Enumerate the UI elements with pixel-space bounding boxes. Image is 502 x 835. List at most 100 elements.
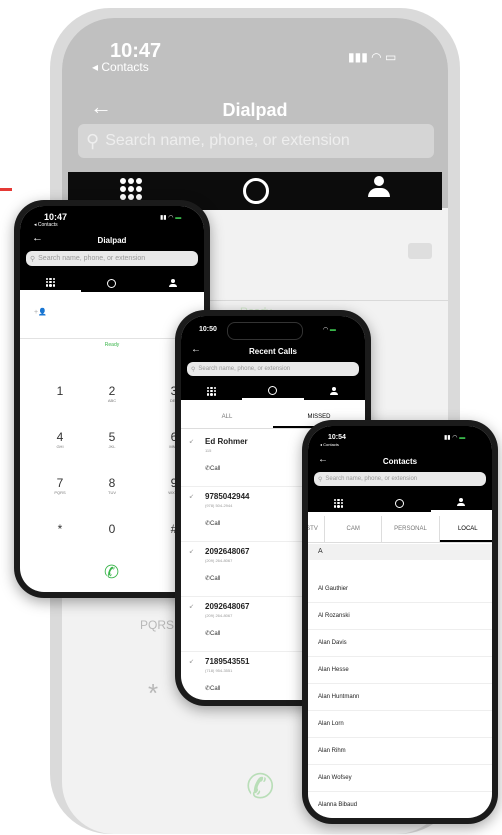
contact-row[interactable]: Alan Huntmann	[308, 684, 492, 711]
status-icons: ▮▮ ◠ ▬	[444, 435, 466, 441]
search-placeholder: Search name, phone, or extension	[198, 366, 291, 372]
section-header: A	[308, 544, 492, 560]
status-icons: ▮▮▮ ◠ ▭	[348, 50, 397, 64]
contact-row[interactable]: Al Rozanski	[308, 603, 492, 630]
key-5[interactable]: 5 JKL	[100, 430, 124, 449]
source-tab-active[interactable]: LOCAL	[439, 516, 492, 542]
status-icons: ▮▮ ◠ ▬	[160, 215, 182, 221]
tab-recents[interactable]	[369, 494, 430, 512]
key-star[interactable]: *	[148, 678, 158, 709]
search-input[interactable]: ⚲ Search name, phone, or extension	[187, 362, 359, 376]
back-to-contacts-link[interactable]: ◂ Contacts	[92, 60, 149, 74]
search-placeholder: Search name, phone, or extension	[325, 476, 418, 482]
call-entry-name: 9785042944	[205, 492, 250, 501]
contact-row[interactable]: Alan Rihm	[308, 738, 492, 765]
contact-row[interactable]: Alanna Bibaud	[308, 792, 492, 818]
status-time: 10:54	[328, 434, 346, 441]
call-action-label: Call	[210, 686, 221, 692]
call-entry-number: (209) 264-8067	[205, 613, 233, 618]
key-1[interactable]: 1	[48, 384, 72, 398]
call-action-label: Call	[210, 576, 221, 582]
search-icon: ⚲	[318, 476, 323, 483]
clock-icon	[395, 498, 405, 508]
tab-recents[interactable]	[81, 274, 142, 292]
key-7-letters: PQRS	[140, 618, 175, 632]
key-8[interactable]: 8 TUV	[100, 476, 124, 495]
call-action-label: Call	[210, 631, 221, 637]
tab-recents[interactable]	[242, 382, 304, 400]
key-0[interactable]: 0	[100, 522, 124, 536]
tab-dialpad[interactable]	[20, 274, 82, 292]
contact-list: Al Gauthier Al Rozanski Alan Davis Alan …	[308, 576, 492, 818]
contact-row[interactable]: Alan Hesse	[308, 657, 492, 684]
key-letters: TUV	[108, 490, 116, 495]
call-action[interactable]: ✆Call	[205, 465, 220, 472]
missed-call-icon: ↙	[189, 494, 195, 500]
source-tab[interactable]: CAM	[325, 516, 383, 542]
recents-tab-icon[interactable]	[243, 178, 269, 204]
key-digit: 7	[56, 476, 64, 490]
backspace-icon[interactable]	[408, 243, 432, 259]
call-action[interactable]: ✆Call	[205, 685, 220, 692]
call-action[interactable]: ✆Call	[205, 575, 220, 582]
search-icon: ⚲	[86, 130, 100, 151]
add-contact-icon[interactable]: +👤	[34, 308, 47, 316]
key-star[interactable]: *	[48, 522, 72, 536]
missed-call-icon: ↙	[189, 439, 195, 445]
tab-dialpad[interactable]	[308, 494, 369, 512]
contact-row[interactable]: Al Gauthier	[308, 576, 492, 603]
key-2[interactable]: 2 ABC	[100, 384, 124, 403]
key-digit: 5	[108, 430, 116, 444]
key-digit: *	[57, 522, 63, 536]
tab-dialpad[interactable]	[181, 382, 242, 400]
key-letters: PQRS	[54, 490, 66, 495]
contact-row[interactable]: Alan Davis	[308, 630, 492, 657]
call-action[interactable]: ✆Call	[205, 630, 220, 637]
dynamic-island	[227, 322, 303, 340]
call-entry-name: Ed Rohmer	[205, 437, 248, 446]
contacts-tab-icon[interactable]	[368, 176, 390, 200]
key-letters: ABC	[107, 398, 117, 403]
search-input[interactable]: ⚲ Search name, phone, or extension	[78, 124, 434, 158]
tab-contacts[interactable]	[430, 494, 492, 512]
call-action[interactable]: ✆Call	[205, 520, 220, 527]
filter-all-tab[interactable]: ALL	[181, 406, 273, 428]
tab-bar	[20, 274, 204, 292]
call-button-icon[interactable]: ✆	[104, 562, 119, 583]
page-title: Recent Calls	[248, 347, 298, 356]
tab-contacts[interactable]	[143, 274, 204, 292]
page-title: Contacts	[382, 457, 418, 466]
dialpad-tab-icon	[46, 277, 56, 287]
key-digit: 2	[108, 384, 116, 398]
person-icon	[330, 387, 339, 395]
clock-icon	[268, 385, 278, 395]
missed-call-icon: ↙	[189, 659, 195, 665]
search-input[interactable]: ⚲ Search name, phone, or extension	[26, 251, 198, 266]
status-time: 10:47	[44, 212, 68, 222]
tab-contacts[interactable]	[304, 382, 365, 400]
key-letters: JKL	[108, 444, 116, 449]
tab-bar	[181, 382, 365, 400]
source-tab[interactable]: PERSONAL	[382, 516, 440, 542]
call-entry-name: 7189543551	[205, 657, 250, 666]
dialpad-tab-icon	[207, 386, 217, 396]
call-entry-name: 2092648067	[205, 602, 250, 611]
search-icon: ⚲	[191, 366, 196, 373]
back-to-contacts-link[interactable]: ◂ Contacts	[320, 442, 339, 447]
call-button-icon[interactable]: ✆	[246, 770, 280, 804]
contact-row[interactable]: Alan Lorn	[308, 711, 492, 738]
back-to-contacts-link[interactable]: ◂ Contacts	[34, 222, 58, 228]
source-tab[interactable]: STV	[308, 516, 325, 542]
search-input[interactable]: ⚲ Search name, phone, or extension	[314, 472, 486, 486]
contacts-phone: 10:54 ◂ Contacts ▮▮ ◠ ▬ ← Contacts ⚲ Sea…	[302, 420, 498, 824]
dialpad-tab-icon[interactable]	[120, 178, 142, 200]
call-entry-number: (209) 264-8067	[205, 558, 233, 563]
key-4[interactable]: 4 GHI	[48, 430, 72, 449]
search-placeholder: Search name, phone, or extension	[38, 255, 146, 262]
call-action-label: Call	[210, 466, 221, 472]
contact-row[interactable]: Alan Wofsey	[308, 765, 492, 792]
key-digit: 1	[56, 384, 64, 398]
key-7[interactable]: 7 PQRS	[48, 476, 72, 495]
key-digit: 0	[108, 522, 116, 536]
call-entry-number: 115	[205, 448, 212, 453]
